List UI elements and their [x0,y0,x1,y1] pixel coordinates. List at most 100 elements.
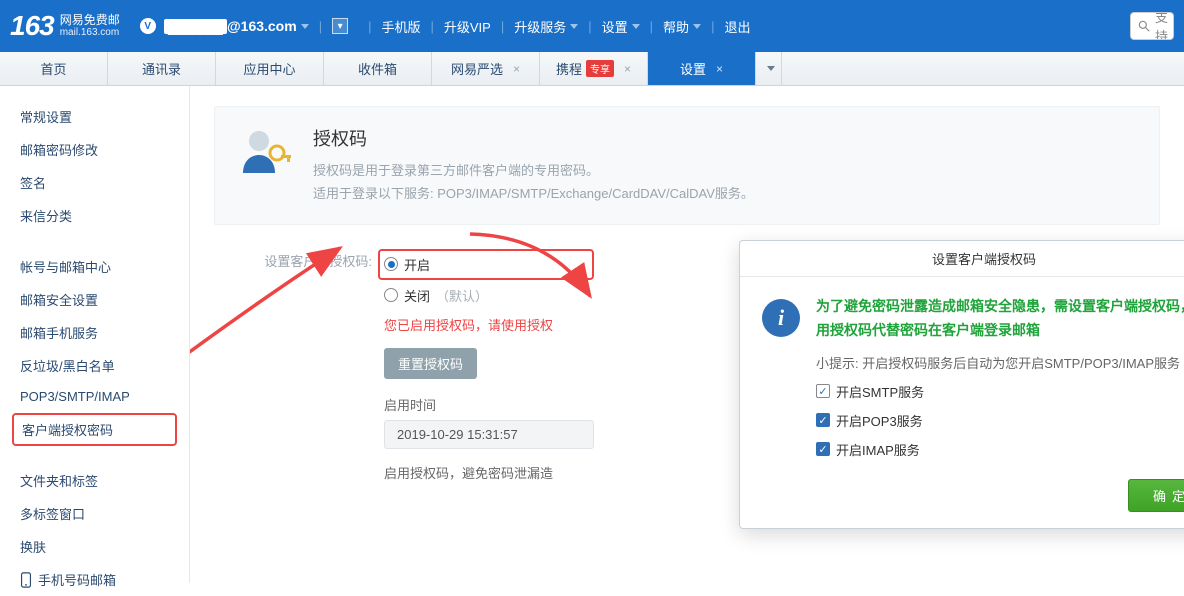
sidebar-item-letter-sort[interactable]: 来信分类 [0,199,189,232]
checkbox-checked-icon: ✓ [816,413,830,427]
radio-on-label: 开启 [404,255,430,274]
dialog-message: 为了避免密码泄露造成邮箱安全隐患，需设置客户端授权码，用授权码代替密码在客户端登… [816,295,1184,343]
tab-label: 收件箱 [358,59,397,78]
sidebar-item-password[interactable]: 邮箱密码修改 [0,133,189,166]
sidebar-item-label: 邮箱安全设置 [20,290,98,309]
tab-label: 应用中心 [243,59,295,78]
content: 授权码 授权码是用于登录第三方邮件客户端的专用密码。 适用于登录以下服务: PO… [190,86,1184,583]
tab-label: 通讯录 [142,59,181,78]
account-email-suffix[interactable]: @163.com [227,18,297,34]
caret-icon [693,24,701,29]
sidebar-item-label: 手机号码邮箱 [38,570,116,589]
hero-title: 授权码 [313,125,754,151]
auth-dialog: 设置客户端授权码 × i 为了避免密码泄露造成邮箱安全隐患，需设置客户端授权码，… [739,240,1184,529]
top-bar: 163 网易免费邮 mail.163.com V ██████ @163.com… [0,0,1184,52]
radio-off-row[interactable]: 关闭 （默认） [384,286,594,305]
sidebar-item-mobile-service[interactable]: 邮箱手机服务 [0,316,189,349]
sidebar-item-label: 邮箱密码修改 [20,140,98,159]
user-key-icon [237,125,293,181]
radio-off-default: （默认） [436,286,488,305]
logo-text: 网易免费邮 mail.163.com [60,14,120,38]
sidebar-item-general[interactable]: 常规设置 [0,100,189,133]
sidebar: 常规设置 邮箱密码修改 签名 来信分类 帐号与邮箱中心 邮箱安全设置 邮箱手机服… [0,86,190,583]
tab-row: 首页 通讯录 应用中心 收件箱 网易严选× 携程专享 × 设置 × [0,52,1184,86]
dialog-header: 设置客户端授权码 × [740,241,1184,277]
tab-inbox[interactable]: 收件箱 [324,52,432,85]
tab-yanxuan[interactable]: 网易严选× [432,52,540,85]
tab-dropdown[interactable] [756,52,782,85]
brand-name: 网易免费邮 [60,14,120,27]
tab-close-icon[interactable]: × [716,62,723,76]
topmenu-upgrade-vip[interactable]: 升级VIP [444,17,491,36]
notify-icon[interactable]: ▾ [332,18,348,34]
sidebar-item-label: 来信分类 [20,206,72,225]
sidebar-item-label: 常规设置 [20,107,72,126]
sidebar-item-label: POP3/SMTP/IMAP [20,389,130,404]
tab-badge: 专享 [586,60,614,77]
account-dropdown-caret-icon[interactable] [301,24,309,29]
sidebar-item-phone-mail[interactable]: 手机号码邮箱 [0,563,189,596]
topmenu-upgrade-service[interactable]: 升级服务 [514,17,566,36]
search-placeholder: 支持 [1155,12,1168,40]
form-label: 设置客户端授权码: [214,249,384,482]
sidebar-item-account-center[interactable]: 帐号与邮箱中心 [0,250,189,283]
chk-label: 开启SMTP服务 [836,382,924,401]
checkbox-icon: ✓ [816,384,830,398]
sidebar-item-pop3[interactable]: POP3/SMTP/IMAP [0,382,189,411]
chk-smtp-row[interactable]: ✓ 开启SMTP服务 [816,382,1184,401]
radio-on-icon [384,257,398,271]
caret-icon [632,24,640,29]
dialog-ok-button[interactable]: 确定 [1128,479,1184,512]
tab-close-icon[interactable]: × [624,62,631,76]
sidebar-item-client-auth[interactable]: 客户端授权密码 [12,413,177,446]
enable-time-value: 2019-10-29 15:31:57 [384,420,594,449]
search-box[interactable]: 支持 [1130,12,1174,40]
topmenu-logout[interactable]: 退出 [724,17,750,36]
tab-label: 设置 [680,59,706,78]
search-icon [1137,19,1151,33]
sidebar-item-multitab[interactable]: 多标签窗口 [0,497,189,530]
top-menu: | 手机版 | 升级VIP | 升级服务 | 设置 | 帮助 | 退出 [358,17,750,36]
hero-sub2: 适用于登录以下服务: POP3/IMAP/SMTP/Exchange/CardD… [313,182,754,205]
logo-163: 163 [10,10,54,42]
hero-panel: 授权码 授权码是用于登录第三方邮件客户端的专用密码。 适用于登录以下服务: PO… [214,106,1160,225]
auth-warning: 您已启用授权码，请使用授权 [384,315,594,334]
sidebar-item-label: 换肤 [20,537,46,556]
sidebar-item-label: 反垃圾/黑白名单 [20,356,115,375]
sidebar-item-antispam[interactable]: 反垃圾/黑白名单 [0,349,189,382]
chevron-down-icon [767,66,775,71]
chk-imap-row[interactable]: ✓ 开启IMAP服务 [816,440,1184,459]
hero-sub1: 授权码是用于登录第三方邮件客户端的专用密码。 [313,159,754,182]
sidebar-item-security[interactable]: 邮箱安全设置 [0,283,189,316]
topmenu-settings[interactable]: 设置 [602,17,628,36]
phone-icon [20,572,32,588]
sidebar-item-skin[interactable]: 换肤 [0,530,189,563]
radio-on-row[interactable]: 开启 [378,249,594,280]
tab-app-center[interactable]: 应用中心 [216,52,324,85]
enable-tip: 启用授权码，避免密码泄漏造 [384,463,594,482]
topmenu-mobile[interactable]: 手机版 [381,17,420,36]
tab-home[interactable]: 首页 [0,52,108,85]
enable-time-label: 启用时间 [384,395,594,414]
dialog-hint: 小提示: 开启授权码服务后自动为您开启SMTP/POP3/IMAP服务 [816,353,1184,372]
sidebar-item-label: 签名 [20,173,46,192]
tab-settings[interactable]: 设置 × [648,52,756,85]
sidebar-item-signature[interactable]: 签名 [0,166,189,199]
radio-off-icon [384,288,398,302]
tab-label: 携程 [556,59,582,78]
topmenu-help[interactable]: 帮助 [663,17,689,36]
tab-xiecheng[interactable]: 携程专享 × [540,52,648,85]
vip-badge-icon: V [140,18,156,34]
caret-icon [570,24,578,29]
chk-label: 开启IMAP服务 [836,440,920,459]
tab-contacts[interactable]: 通讯录 [108,52,216,85]
sidebar-item-label: 客户端授权密码 [22,420,113,439]
chk-label: 开启POP3服务 [836,411,923,430]
tab-close-icon[interactable]: × [513,62,520,76]
chk-pop3-row[interactable]: ✓ 开启POP3服务 [816,411,1184,430]
info-icon: i [762,299,800,337]
reset-auth-button[interactable]: 重置授权码 [384,348,477,379]
checkbox-checked-icon: ✓ [816,442,830,456]
sidebar-item-folders[interactable]: 文件夹和标签 [0,464,189,497]
account-masked: ██████ [164,19,227,34]
